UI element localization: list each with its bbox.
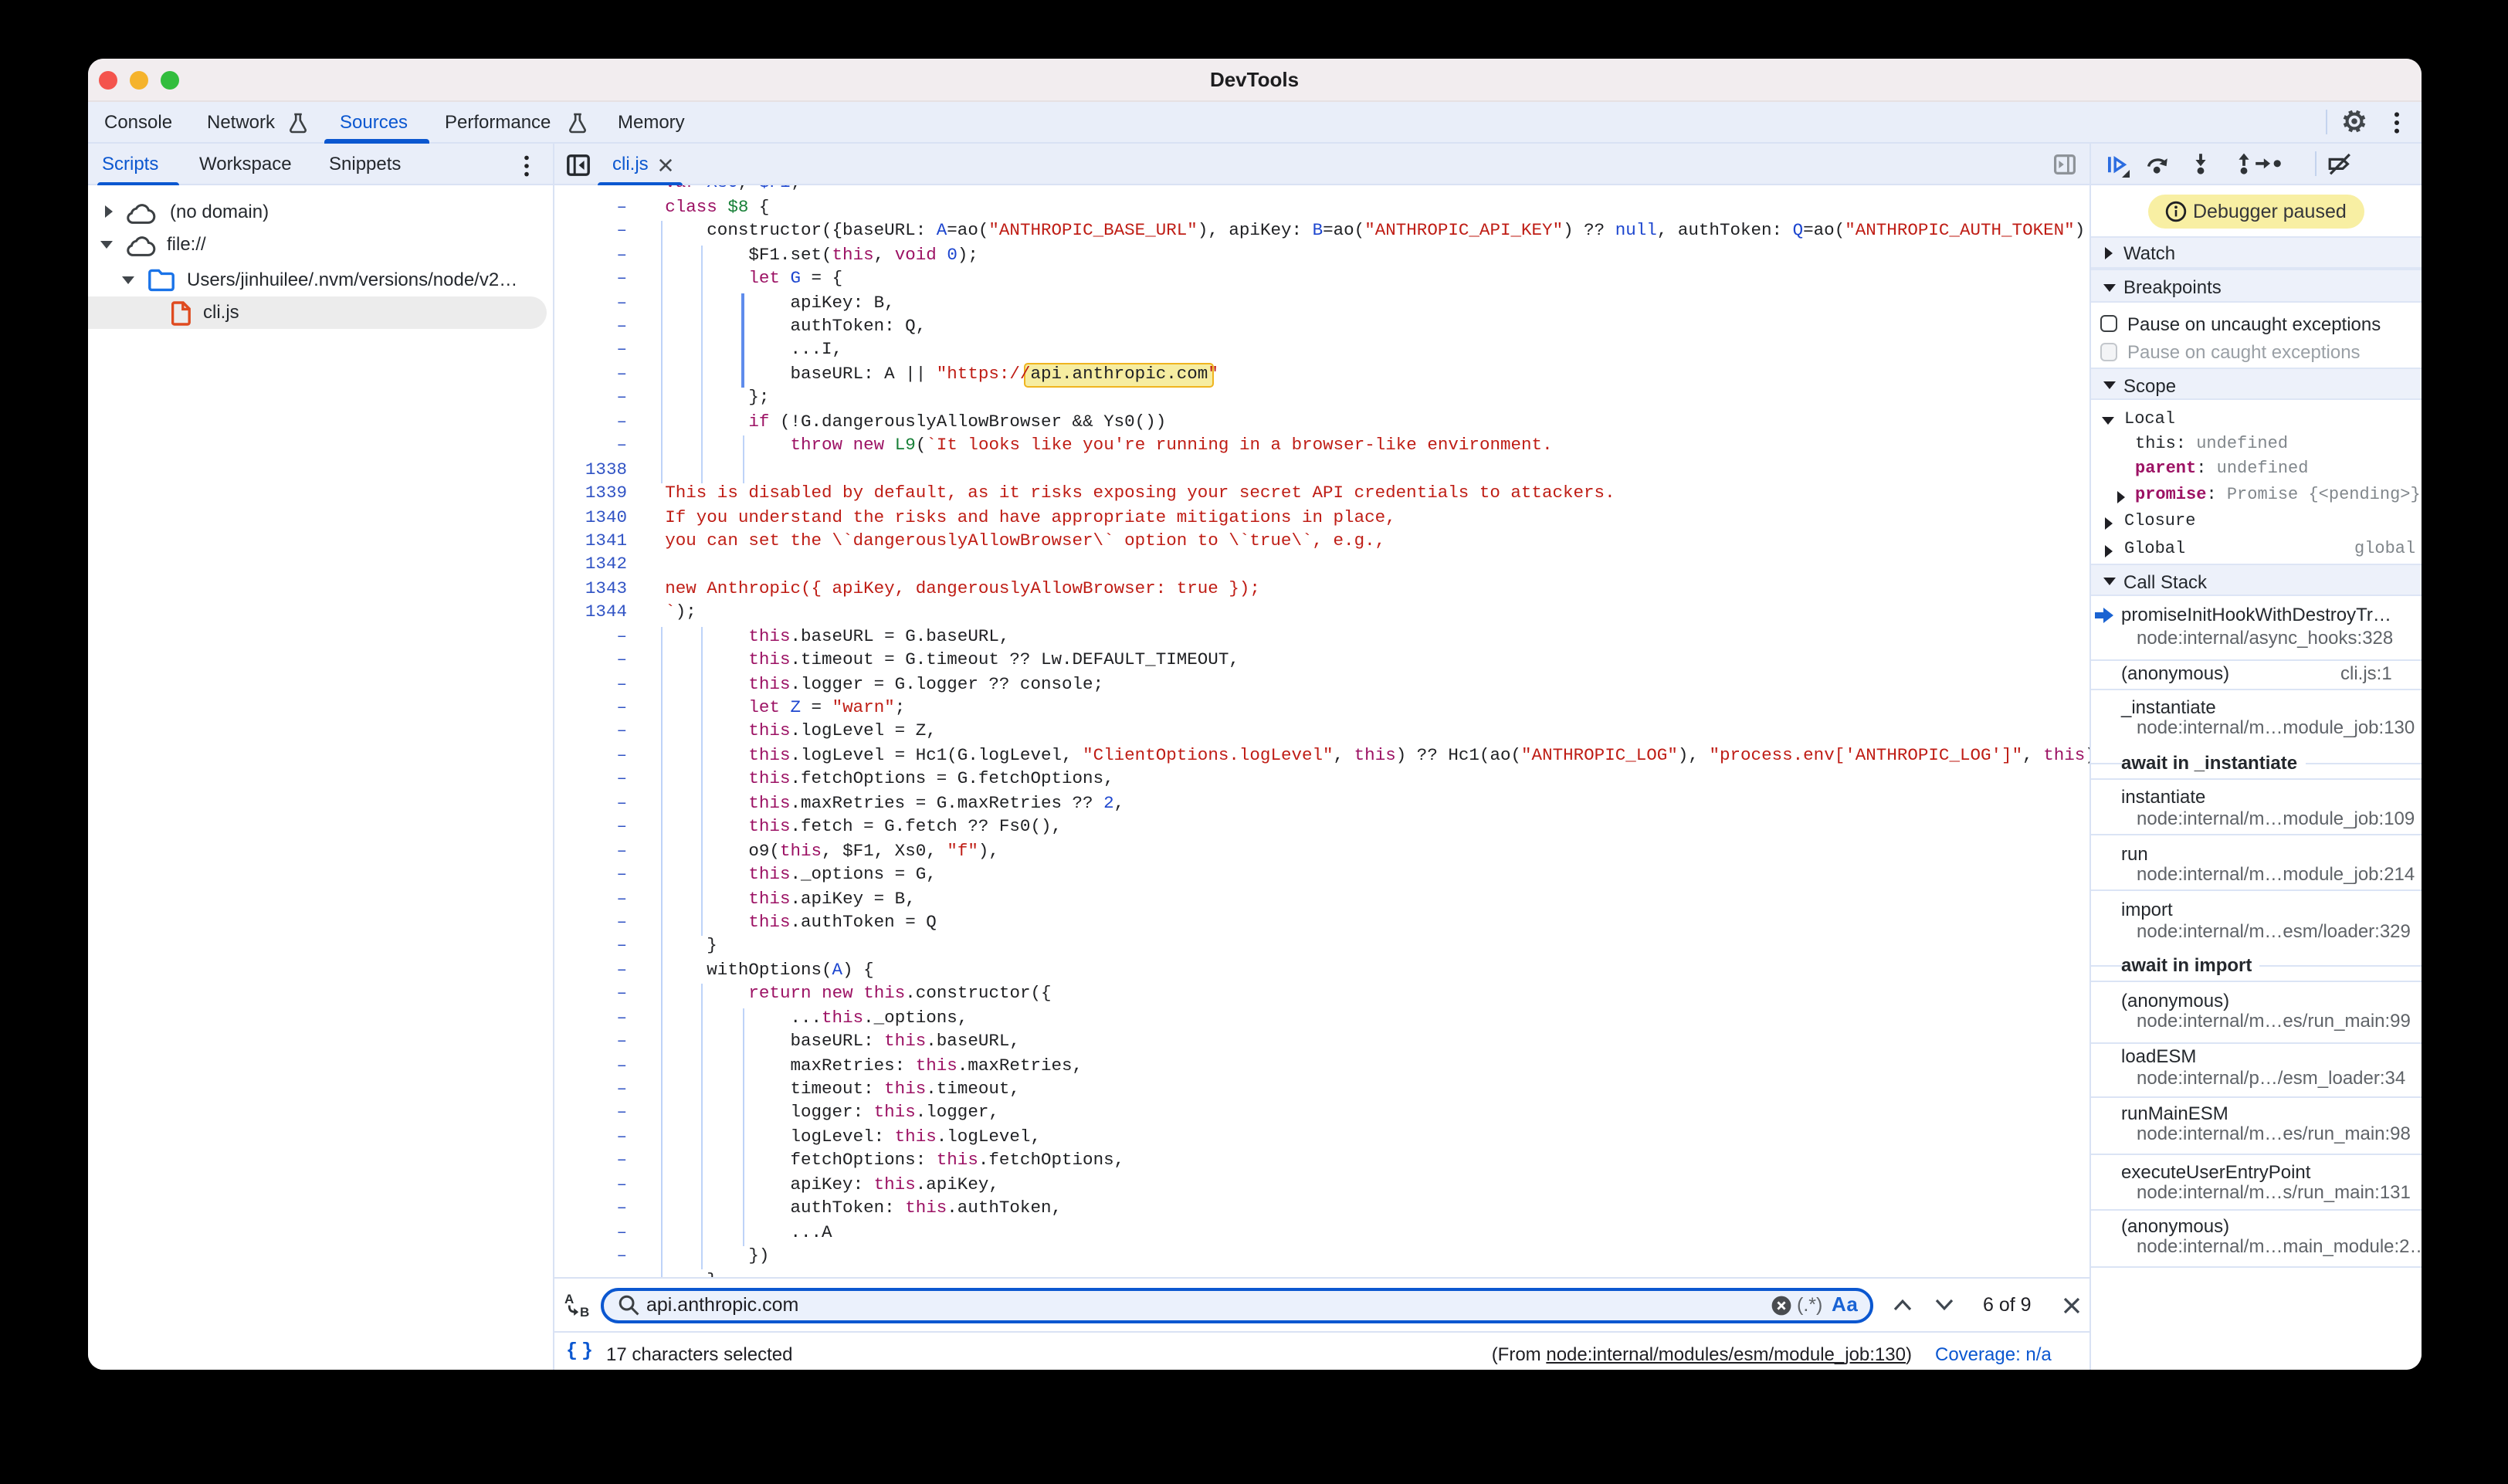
svg-text:A: A: [564, 1292, 573, 1306]
svg-text:B: B: [579, 1305, 588, 1319]
